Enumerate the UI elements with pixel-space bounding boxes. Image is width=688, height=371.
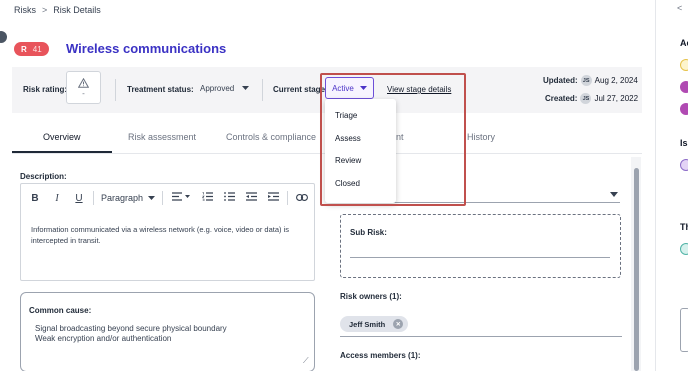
paragraph-style-value: Paragraph xyxy=(101,193,144,203)
indent-icon[interactable] xyxy=(262,192,284,204)
updated-info: Updated: JS Aug 2, 2024 xyxy=(543,75,638,86)
risk-rating-value: - xyxy=(82,88,85,98)
collapse-handle[interactable] xyxy=(0,31,7,43)
risk-owner-name: Jeff Smith xyxy=(349,319,386,329)
risk-owners-label: Risk owners (1): xyxy=(340,292,402,301)
toolbar-divider xyxy=(93,191,94,205)
created-info: Created: JS Jul 27, 2022 xyxy=(545,93,638,104)
sub-risk-dropzone[interactable] xyxy=(340,214,621,278)
treatment-status-select[interactable]: Approved xyxy=(194,80,255,96)
access-members-label: Access members (1): xyxy=(340,351,421,360)
chevron-left-icon[interactable]: < xyxy=(677,3,682,13)
treatment-status-value: Approved xyxy=(200,83,235,93)
tab-controls-compliance[interactable]: Controls & compliance xyxy=(226,132,316,142)
risk-badge-number: 41 xyxy=(32,44,42,54)
risk-rating-label: Risk rating: xyxy=(23,85,68,94)
scrollbar-thumb[interactable] xyxy=(634,168,639,371)
warning-icon xyxy=(78,77,89,88)
remove-chip-icon[interactable]: ✕ xyxy=(393,319,404,329)
caret-down-icon xyxy=(148,196,156,200)
caret-down-icon[interactable] xyxy=(610,192,618,197)
common-cause-text[interactable]: Signal broadcasting beyond secure physic… xyxy=(35,324,227,344)
avatar xyxy=(680,59,688,71)
outdent-icon[interactable] xyxy=(240,192,262,204)
tab-overview[interactable]: Overview xyxy=(43,132,81,142)
avatar xyxy=(680,243,688,255)
bullet-list-icon[interactable] xyxy=(218,192,240,204)
toolbar-divider xyxy=(287,191,289,205)
risk-badge-letter: R xyxy=(21,44,27,54)
breadcrumb-current: Risk Details xyxy=(53,5,101,15)
underline-icon[interactable]: U xyxy=(68,193,90,204)
created-label: Created: xyxy=(545,94,578,103)
risk-rating-box[interactable]: - xyxy=(66,71,101,104)
breadcrumb: Risks > Risk Details xyxy=(14,5,101,15)
tab-history[interactable]: History xyxy=(467,132,495,142)
common-cause-line: Weak encryption and/or authentication xyxy=(35,334,172,343)
align-icon[interactable] xyxy=(166,192,196,204)
avatar: JS xyxy=(580,75,592,86)
treatment-status-label: Treatment status: xyxy=(127,85,194,94)
divider xyxy=(262,79,263,101)
side-panel-heading: Ac xyxy=(680,38,688,48)
divider xyxy=(115,79,116,101)
link-icon[interactable] xyxy=(291,193,313,204)
common-cause-label: Common cause: xyxy=(29,306,92,315)
updated-label: Updated: xyxy=(543,76,578,85)
resize-handle-icon[interactable]: ⟋ xyxy=(303,356,309,366)
risk-id-badge: R 41 xyxy=(14,42,49,56)
editor-toolbar: B I U Paragraph xyxy=(24,188,313,208)
avatar xyxy=(680,159,688,171)
risk-owners-input-underline xyxy=(340,336,622,337)
side-panel-divider xyxy=(655,0,656,371)
side-panel-card[interactable] xyxy=(680,308,688,352)
updated-date: Aug 2, 2024 xyxy=(594,76,638,85)
breadcrumb-risks-link[interactable]: Risks xyxy=(14,5,36,15)
numbered-list-icon[interactable] xyxy=(196,192,218,204)
annotation-highlight-box xyxy=(320,73,466,206)
side-panel-heading: Th xyxy=(680,222,688,232)
avatar xyxy=(680,103,688,115)
common-cause-line: Signal broadcasting beyond secure physic… xyxy=(35,324,227,333)
avatar xyxy=(680,81,688,93)
avatar: JS xyxy=(580,93,592,104)
bold-icon[interactable]: B xyxy=(24,193,46,204)
tab-risk-assessment[interactable]: Risk assessment xyxy=(128,132,196,142)
risk-owner-chip[interactable]: Jeff Smith ✕ xyxy=(340,316,409,332)
side-panel-heading: Iss xyxy=(680,138,688,148)
breadcrumb-separator: > xyxy=(42,5,48,15)
active-tab-indicator xyxy=(12,151,112,153)
page-title: Wireless communications xyxy=(66,41,227,56)
sub-risk-label: Sub Risk: xyxy=(350,228,387,237)
description-label: Description: xyxy=(20,172,67,181)
description-text[interactable]: Information communicated via a wireless … xyxy=(31,224,301,246)
toolbar-divider xyxy=(162,191,164,205)
paragraph-style-select[interactable]: Paragraph xyxy=(97,193,159,203)
caret-down-icon xyxy=(242,86,250,90)
sub-risk-input[interactable] xyxy=(350,257,610,258)
created-date: Jul 27, 2022 xyxy=(594,94,639,103)
italic-icon[interactable]: I xyxy=(46,193,68,204)
